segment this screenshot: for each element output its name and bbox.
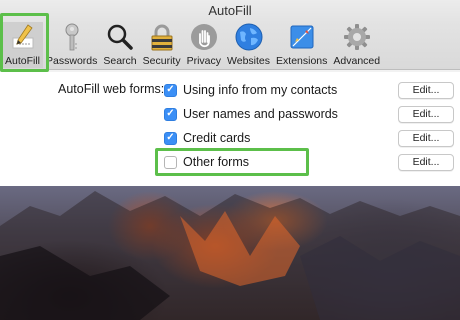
- tab-privacy[interactable]: Privacy: [184, 22, 224, 68]
- padlock-icon: [147, 22, 177, 52]
- gear-icon: [342, 22, 372, 52]
- tab-websites[interactable]: Websites: [224, 22, 273, 68]
- credit-cards-checkbox[interactable]: ✓: [164, 131, 177, 145]
- option-credit-cards[interactable]: ✓ Credit cards: [164, 127, 250, 149]
- edit-credit-cards-button[interactable]: Edit...: [398, 130, 454, 147]
- edit-other-forms-button[interactable]: Edit...: [398, 154, 454, 171]
- preferences-window: AutoFill AutoFill Passwords Search Secur…: [0, 0, 460, 186]
- usernames-checkbox[interactable]: ✓: [164, 107, 177, 121]
- tab-label: Search: [103, 55, 137, 67]
- option-label: Using info from my contacts: [183, 83, 338, 97]
- window-title: AutoFill: [0, 0, 460, 22]
- tab-label: Passwords: [46, 55, 98, 67]
- mountain-image: [0, 191, 460, 320]
- tab-search[interactable]: Search: [100, 22, 139, 68]
- globe-icon: [234, 22, 264, 52]
- tab-label: Security: [142, 55, 181, 67]
- autofill-section-label: AutoFill web forms:: [58, 82, 165, 96]
- option-contacts[interactable]: ✓ Using info from my contacts: [164, 79, 337, 101]
- contacts-checkbox[interactable]: ✓: [164, 83, 177, 97]
- option-label: Credit cards: [183, 131, 251, 145]
- edit-passwords-button[interactable]: Edit...: [398, 106, 454, 123]
- hand-icon: [189, 22, 219, 52]
- option-label: User names and passwords: [183, 107, 338, 121]
- tab-extensions[interactable]: Extensions: [273, 22, 330, 68]
- tab-label: Advanced: [333, 55, 381, 67]
- key-icon: [57, 22, 87, 52]
- tab-security[interactable]: Security: [140, 22, 184, 68]
- tab-passwords[interactable]: Passwords: [43, 22, 100, 68]
- autofill-tab-highlight: [0, 13, 49, 72]
- desktop-wallpaper: [0, 186, 460, 320]
- magnifier-icon: [105, 22, 135, 52]
- tab-label: Extensions: [276, 55, 328, 67]
- option-usernames-passwords[interactable]: ✓ User names and passwords: [164, 103, 338, 125]
- preferences-toolbar: AutoFill Passwords Search Security Priva…: [0, 22, 460, 70]
- other-forms-highlight: [155, 148, 309, 176]
- tab-advanced[interactable]: Advanced: [330, 22, 383, 68]
- tab-label: Privacy: [186, 55, 222, 67]
- tab-label: Websites: [227, 55, 271, 67]
- puzzle-icon: [287, 22, 317, 52]
- edit-contacts-button[interactable]: Edit...: [398, 82, 454, 99]
